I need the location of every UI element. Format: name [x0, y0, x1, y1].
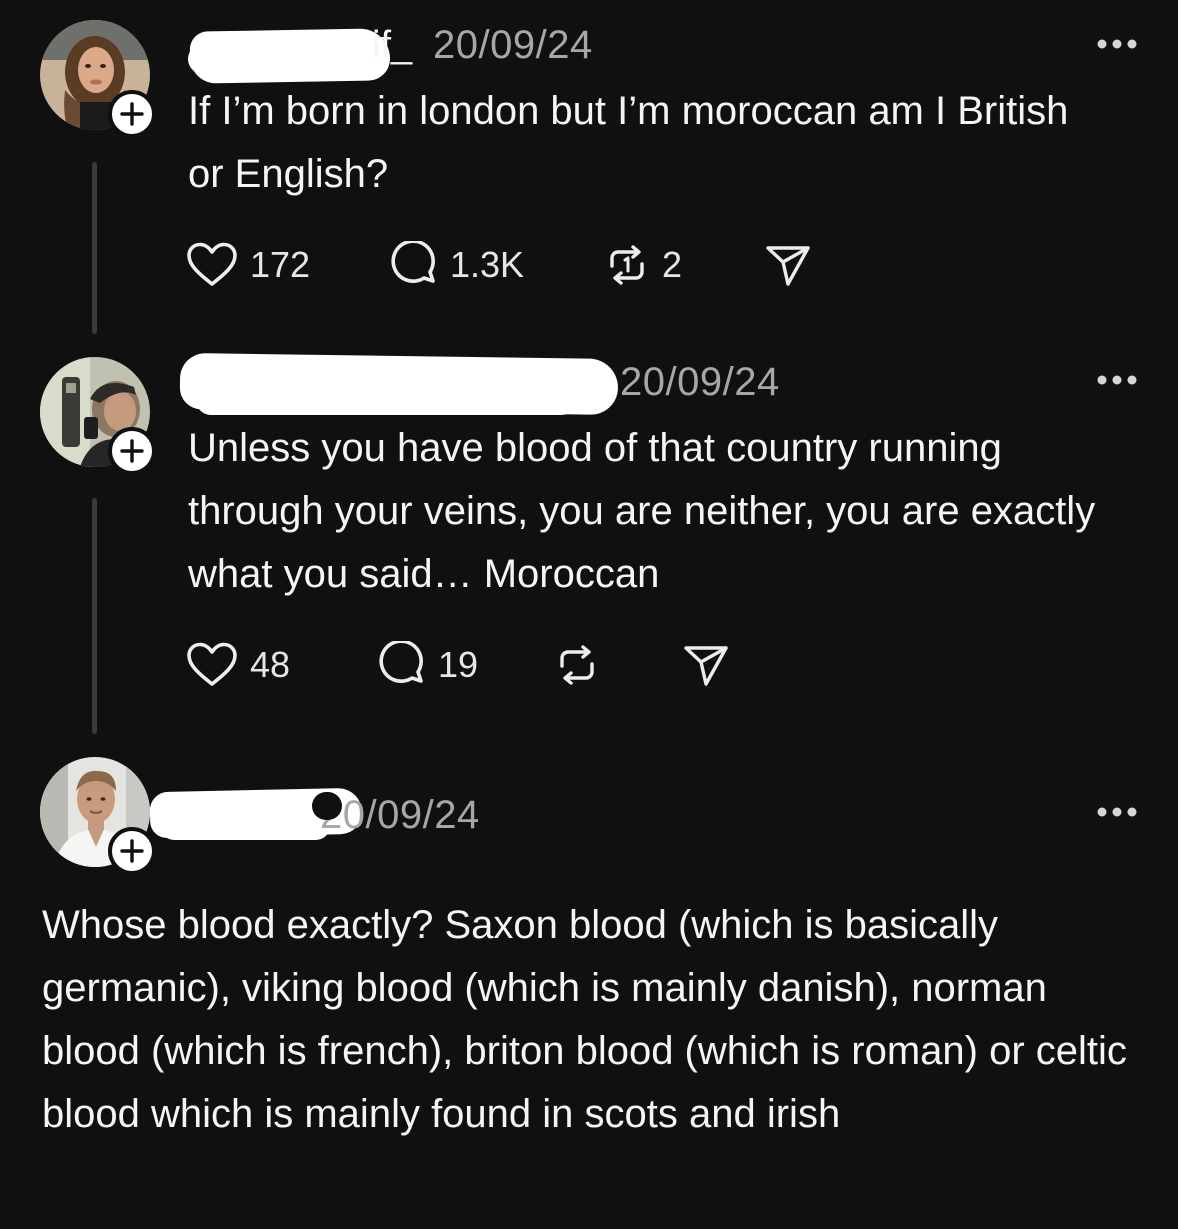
share-button[interactable]	[764, 240, 812, 290]
repost-button[interactable]: 2	[604, 240, 682, 290]
speech-bubble-icon	[391, 241, 435, 283]
post-date: 20/09/24	[320, 793, 480, 837]
share-button[interactable]	[682, 640, 730, 690]
post-text: If I’m born in london but I’m moroccan a…	[188, 89, 1069, 196]
repost-icon	[610, 245, 644, 285]
speech-bubble-icon	[379, 641, 423, 683]
like-button[interactable]: 172	[186, 240, 310, 290]
post-date: 20/09/24	[433, 23, 593, 67]
reply-button[interactable]: 1.3K	[388, 240, 524, 290]
like-count: 48	[250, 644, 291, 685]
follow-plus-icon[interactable]	[108, 827, 156, 875]
thread-line	[92, 498, 97, 734]
action-bar: 172 1.3K 2	[186, 240, 886, 290]
ellipsis-icon[interactable]	[1096, 374, 1138, 386]
action-bar: 48 19	[186, 640, 786, 690]
redacted-username	[189, 28, 391, 84]
post-text: Unless you have blood of that country ru…	[188, 426, 1096, 596]
heart-icon	[187, 642, 237, 686]
thread-line	[92, 162, 97, 334]
reply-count: 19	[438, 644, 479, 685]
post-date: 20/09/24	[620, 360, 780, 404]
follow-plus-icon[interactable]	[108, 90, 156, 138]
ellipsis-icon[interactable]	[1096, 806, 1138, 818]
repost-icon	[560, 645, 594, 685]
reply-count: 1.3K	[450, 244, 525, 285]
username-tail[interactable]: if_	[372, 26, 412, 64]
ellipsis-icon[interactable]	[1096, 38, 1138, 50]
paper-plane-icon	[766, 246, 810, 286]
repost-button[interactable]	[554, 640, 612, 690]
heart-icon	[187, 242, 237, 286]
repost-count: 2	[662, 244, 683, 285]
follow-plus-icon[interactable]	[108, 427, 156, 475]
reply-button[interactable]: 19	[376, 640, 478, 690]
like-count: 172	[250, 244, 311, 285]
post-text: Whose blood exactly? Saxon blood (which …	[42, 903, 1127, 1136]
paper-plane-icon	[684, 646, 728, 686]
like-button[interactable]: 48	[186, 640, 290, 690]
